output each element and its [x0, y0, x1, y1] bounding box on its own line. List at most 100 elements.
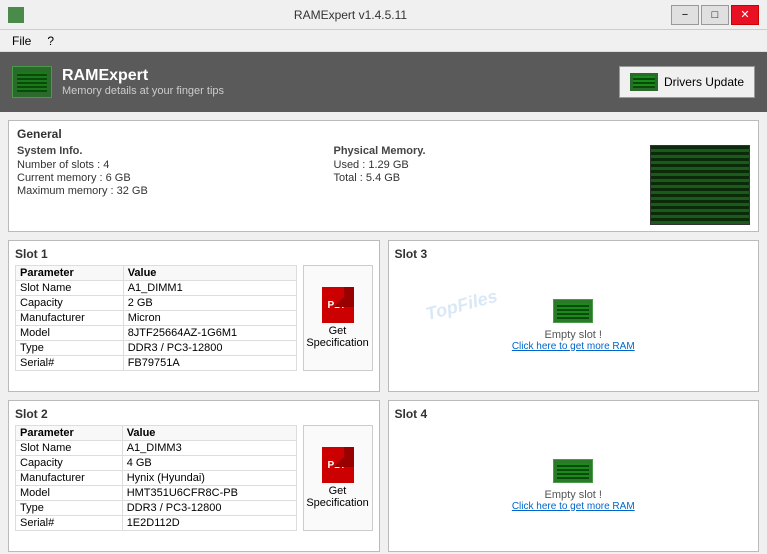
slot2-mfr-label: Manufacturer	[16, 471, 123, 486]
table-row: Slot Name A1_DIMM1	[16, 281, 297, 296]
drivers-update-button[interactable]: Drivers Update	[619, 66, 755, 98]
table-row: Model HMT351U6CFR8C-PB	[16, 486, 297, 501]
watermark: TopFiles	[423, 286, 499, 325]
slot1-table: Parameter Value Slot Name A1_DIMM1 Capac…	[15, 265, 297, 371]
slot1-inner: Parameter Value Slot Name A1_DIMM1 Capac…	[15, 265, 373, 371]
memory-grid	[651, 146, 749, 224]
slot2-serial-label: Serial#	[16, 516, 123, 531]
slot2-model-value: HMT351U6CFR8C-PB	[122, 486, 296, 501]
slot2-model-label: Model	[16, 486, 123, 501]
sys-info-row-current: Current memory : 6 GB	[17, 172, 314, 184]
phys-mem-used: Used : 1.29 GB	[334, 159, 631, 171]
title-bar: RAMExpert v1.4.5.11 − □ ✕	[0, 0, 767, 30]
slot1-model-label: Model	[16, 326, 124, 341]
slot2-pdf-label: GetSpecification	[306, 485, 368, 509]
phys-mem-total: Total : 5.4 GB	[334, 172, 631, 184]
slot3-empty-link[interactable]: Click here to get more RAM	[512, 341, 635, 352]
menu-help[interactable]: ?	[39, 32, 62, 50]
slots-container: Slot 1 Parameter Value Slot Name A1_DIMM…	[8, 240, 759, 552]
table-row: Capacity 2 GB	[16, 296, 297, 311]
slot3-section: Slot 3 TopFiles Empty slot ! Click here …	[388, 240, 760, 392]
slot4-section: Slot 4 Empty slot ! Click here to get mo…	[388, 400, 760, 552]
sys-info-row-max: Maximum memory : 32 GB	[17, 185, 314, 197]
slot2-header-value: Value	[122, 426, 296, 441]
header-text-block: RAMExpert Memory details at your finger …	[62, 67, 224, 97]
app-subtitle: Memory details at your finger tips	[62, 85, 224, 97]
slot1-header-param: Parameter	[16, 266, 124, 281]
slot4-empty-link[interactable]: Click here to get more RAM	[512, 501, 635, 512]
slot2-header-param: Parameter	[16, 426, 123, 441]
window-title: RAMExpert v1.4.5.11	[30, 8, 671, 22]
slot2-name-value: A1_DIMM3	[122, 441, 296, 456]
menu-file[interactable]: File	[4, 32, 39, 50]
slot2-name-label: Slot Name	[16, 441, 123, 456]
slot1-title: Slot 1	[15, 247, 373, 261]
slot1-type-value: DDR3 / PC3-12800	[123, 341, 296, 356]
slot2-cap-value: 4 GB	[122, 456, 296, 471]
slot1-model-value: 8JTF25664AZ-1G6M1	[123, 326, 296, 341]
slot4-title: Slot 4	[395, 407, 753, 421]
slot3-title: Slot 3	[395, 247, 753, 261]
general-section: General System Info. Number of slots : 4…	[8, 120, 759, 232]
table-row: Type DDR3 / PC3-12800	[16, 501, 297, 516]
slot3-empty-text: Empty slot !	[545, 329, 602, 341]
table-row: Serial# 1E2D112D	[16, 516, 297, 531]
slot2-inner: Parameter Value Slot Name A1_DIMM3 Capac…	[15, 425, 373, 531]
sys-info-label: System Info.	[17, 145, 314, 157]
slot1-type-label: Type	[16, 341, 124, 356]
general-section-title: General	[17, 127, 750, 141]
app-header: RAMExpert Memory details at your finger …	[0, 52, 767, 112]
slot1-section: Slot 1 Parameter Value Slot Name A1_DIMM…	[8, 240, 380, 392]
slot1-cap-label: Capacity	[16, 296, 124, 311]
slot1-mfr-label: Manufacturer	[16, 311, 124, 326]
memory-visual	[650, 145, 750, 225]
slot2-table: Parameter Value Slot Name A1_DIMM3 Capac…	[15, 425, 297, 531]
slot1-serial-value: FB79751A	[123, 356, 296, 371]
table-row: Capacity 4 GB	[16, 456, 297, 471]
system-info-block: System Info. Number of slots : 4 Current…	[17, 145, 314, 225]
slot1-name-label: Slot Name	[16, 281, 124, 296]
pdf-icon-2: PDF	[322, 447, 354, 483]
empty-slot-icon	[553, 299, 593, 323]
slot1-header-value: Value	[123, 266, 296, 281]
sys-info-row-slots: Number of slots : 4	[17, 159, 314, 171]
general-inner: System Info. Number of slots : 4 Current…	[17, 145, 750, 225]
header-branding: RAMExpert Memory details at your finger …	[12, 66, 224, 98]
slot1-pdf-button[interactable]: PDF GetSpecification	[303, 265, 373, 371]
slot1-serial-label: Serial#	[16, 356, 124, 371]
slot2-type-label: Type	[16, 501, 123, 516]
window-controls: − □ ✕	[671, 5, 759, 25]
empty-slot-icon-4	[553, 459, 593, 483]
slot1-mfr-value: Micron	[123, 311, 296, 326]
slot1-cap-value: 2 GB	[123, 296, 296, 311]
slot1-pdf-label: GetSpecification	[306, 325, 368, 349]
slot4-empty[interactable]: Empty slot ! Click here to get more RAM	[395, 425, 753, 545]
drivers-btn-icon	[630, 73, 658, 91]
slot3-empty[interactable]: TopFiles Empty slot ! Click here to get …	[395, 265, 753, 385]
slot2-pdf-button[interactable]: PDF GetSpecification	[303, 425, 373, 531]
slot2-section: Slot 2 Parameter Value Slot Name A1_DIMM…	[8, 400, 380, 552]
menu-bar: File ?	[0, 30, 767, 52]
phys-mem-label: Physical Memory.	[334, 145, 631, 157]
slot2-mfr-value: Hynix (Hyundai)	[122, 471, 296, 486]
table-row: Parameter Value	[16, 426, 297, 441]
table-row: Slot Name A1_DIMM3	[16, 441, 297, 456]
table-row: Manufacturer Hynix (Hyundai)	[16, 471, 297, 486]
table-row: Serial# FB79751A	[16, 356, 297, 371]
table-row: Type DDR3 / PC3-12800	[16, 341, 297, 356]
minimize-button[interactable]: −	[671, 5, 699, 25]
app-header-icon	[12, 66, 52, 98]
app-name: RAMExpert	[62, 67, 224, 85]
app-icon	[8, 7, 24, 23]
pdf-icon: PDF	[322, 287, 354, 323]
slot2-title: Slot 2	[15, 407, 373, 421]
table-row: Model 8JTF25664AZ-1G6M1	[16, 326, 297, 341]
table-row: Parameter Value	[16, 266, 297, 281]
close-button[interactable]: ✕	[731, 5, 759, 25]
slot2-cap-label: Capacity	[16, 456, 123, 471]
slot2-serial-value: 1E2D112D	[122, 516, 296, 531]
drivers-update-label: Drivers Update	[664, 75, 744, 89]
maximize-button[interactable]: □	[701, 5, 729, 25]
slot4-empty-text: Empty slot !	[545, 489, 602, 501]
table-row: Manufacturer Micron	[16, 311, 297, 326]
